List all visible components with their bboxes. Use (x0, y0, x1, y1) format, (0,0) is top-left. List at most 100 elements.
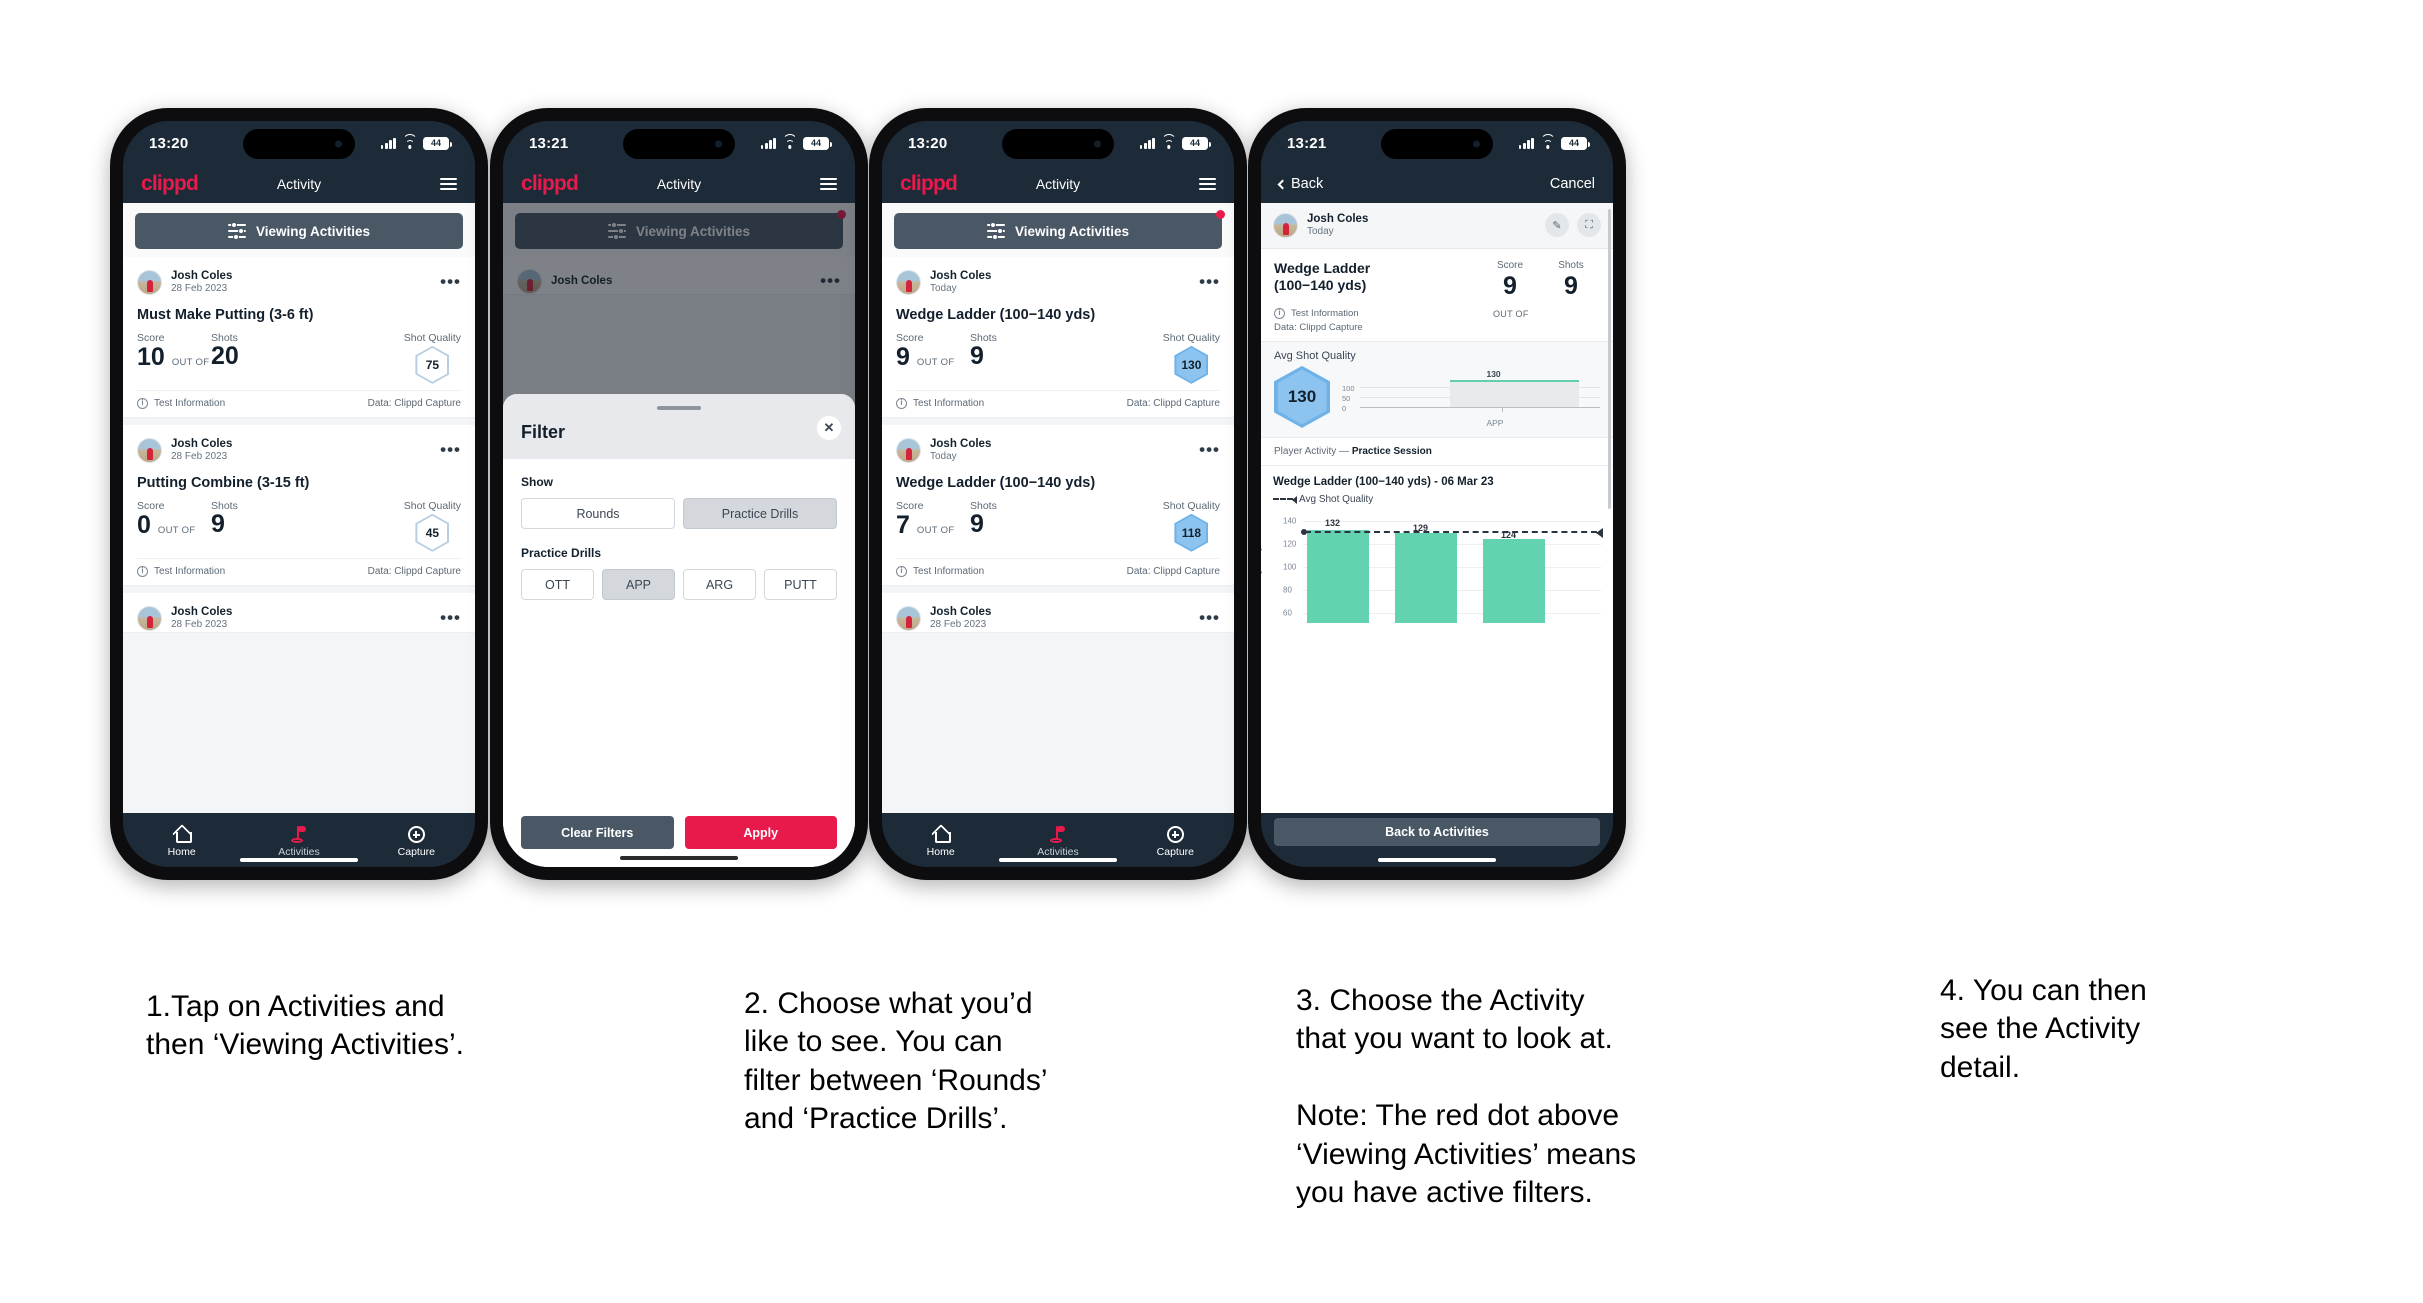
battery-level: 44 (430, 137, 441, 148)
info-icon[interactable]: i (137, 397, 148, 409)
status-bar: 13:20 44 (882, 121, 1234, 165)
tab-activities[interactable]: Activities (999, 826, 1116, 858)
menu-icon[interactable] (440, 177, 457, 191)
legend-label: Avg Shot Quality (1299, 493, 1374, 505)
viewing-activities-button[interactable]: Viewing Activities (894, 210, 1225, 249)
info-icon[interactable]: i (896, 565, 907, 577)
shot-quality-label: Shot Quality (1162, 499, 1220, 512)
sheet-grabber[interactable] (657, 406, 701, 410)
avatar (1273, 212, 1298, 238)
info-icon[interactable]: i (896, 397, 907, 409)
apply-button[interactable]: Apply (684, 816, 837, 849)
avatar (137, 437, 162, 463)
more-options-icon[interactable]: ••• (1199, 442, 1220, 458)
dynamic-island (623, 129, 735, 159)
app-bar: clippd Activity (503, 165, 855, 203)
tab-label: Activities (278, 846, 320, 858)
activity-card[interactable]: Josh Coles 28 Feb 2023 ••• (123, 592, 475, 633)
dynamic-island (1002, 129, 1114, 159)
close-icon[interactable]: ✕ (817, 416, 841, 440)
tab-capture[interactable]: Capture (1117, 826, 1234, 858)
chart-title: Wedge Ladder (100−140 yds) - 06 Mar 23 (1273, 475, 1494, 488)
drill-chip-arg[interactable]: ARG (683, 569, 756, 600)
user-name: Josh Coles (1307, 213, 1369, 225)
user-name: Josh Coles (171, 605, 233, 618)
show-option-rounds[interactable]: Rounds (521, 498, 675, 529)
cellular-signal-icon (760, 137, 776, 149)
drill-chip-putt[interactable]: PUTT (764, 569, 837, 600)
avatar (896, 605, 921, 631)
score-label: Score (1496, 259, 1524, 271)
home-indicator (620, 855, 738, 860)
activity-title: Must Make Putting (3-6 ft) (137, 306, 314, 323)
shot-quality-value: 118 (1176, 515, 1207, 550)
shot-quality-hexagon: 45 (415, 513, 450, 552)
player-activity-value: Practice Session (1351, 445, 1432, 457)
expand-icon[interactable]: ⛶ (1577, 213, 1601, 238)
info-icon: i (1274, 307, 1285, 319)
shots-label: Shots (1558, 259, 1584, 271)
shots-value: 9 (970, 341, 984, 370)
more-options-icon[interactable]: ••• (1199, 609, 1220, 625)
app-bar: Back Cancel (1261, 165, 1613, 203)
activity-card[interactable]: Josh Coles Today ••• Wedge Ladder (100−1… (882, 257, 1234, 418)
viewing-activities-wrap: Viewing Activities (882, 203, 1234, 257)
more-options-icon[interactable]: ••• (1199, 274, 1220, 290)
info-icon[interactable]: i (137, 565, 148, 577)
pencil-icon[interactable]: ✎ (1545, 213, 1569, 238)
filter-icon (227, 221, 246, 241)
back-button[interactable]: Back (1277, 176, 1323, 192)
tab-label: Capture (1156, 846, 1194, 858)
shot-quality-hexagon: 118 (1174, 513, 1209, 552)
more-options-icon[interactable]: ••• (440, 609, 461, 625)
plus-circle-icon (407, 826, 425, 843)
x-axis-label: APP (1486, 417, 1504, 428)
test-information-row[interactable]: i Test Information (1274, 307, 1386, 319)
score-value: 9 (1503, 271, 1517, 300)
battery-level: 44 (1568, 137, 1579, 148)
active-filter-dot (1216, 210, 1225, 219)
home-indicator (999, 857, 1117, 862)
activity-date: 28 Feb 2023 (930, 619, 987, 631)
menu-icon[interactable] (820, 177, 837, 191)
more-options-icon[interactable]: ••• (440, 442, 461, 458)
back-to-activities-button[interactable]: Back to Activities (1274, 818, 1600, 846)
tab-home[interactable]: Home (123, 827, 240, 858)
scrollbar[interactable] (1608, 209, 1611, 509)
tab-label: Home (926, 845, 955, 858)
tab-home[interactable]: Home (882, 827, 999, 858)
tab-activities[interactable]: Activities (240, 826, 357, 858)
score-label: Score (137, 499, 165, 512)
activity-card[interactable]: Josh Coles 28 Feb 2023 ••• (882, 592, 1234, 633)
phone-4: 13:21 44 Back Cancel Josh Coles Today ✎ … (1248, 108, 1626, 880)
activity-card[interactable]: Josh Coles 28 Feb 2023 ••• Must Make Put… (123, 257, 475, 418)
activity-card[interactable]: Josh Coles Today ••• Wedge Ladder (100−1… (882, 424, 1234, 586)
activity-date: 28 Feb 2023 (171, 619, 228, 631)
avg-shot-quality-value: 130 (1277, 369, 1327, 425)
chart-legend: Avg Shot Quality (1273, 494, 1601, 505)
activity-card[interactable]: Josh Coles 28 Feb 2023 ••• Putting Combi… (123, 424, 475, 586)
cancel-button[interactable]: Cancel (1550, 176, 1595, 192)
drill-chip-app[interactable]: APP (602, 569, 675, 600)
dynamic-island (243, 129, 355, 159)
shots-label: Shots (970, 331, 997, 344)
clear-filters-button[interactable]: Clear Filters (521, 816, 674, 849)
avg-line-swatch (1273, 496, 1297, 505)
tab-capture[interactable]: Capture (358, 826, 475, 858)
activity-date: 28 Feb 2023 (171, 283, 228, 295)
show-option-practice-drills[interactable]: Practice Drills (683, 498, 837, 529)
out-of-label: OUT OF (171, 356, 210, 368)
battery-icon: 44 (1561, 136, 1590, 150)
page-title: Activity (656, 176, 702, 192)
detail-summary: Wedge Ladder (100−140 yds) i Test Inform… (1261, 248, 1613, 341)
battery-level: 44 (810, 137, 821, 148)
tutorial-sheet: 13:20 44 clippd Activity Viewing Activit… (0, 0, 2423, 1303)
drill-chip-ott[interactable]: OTT (521, 569, 594, 600)
viewing-activities-button[interactable]: Viewing Activities (135, 213, 463, 249)
menu-icon[interactable] (1199, 177, 1216, 191)
more-options-icon[interactable]: ••• (440, 274, 461, 290)
wifi-icon (1540, 133, 1555, 149)
y-tick: 60 (1283, 608, 1292, 618)
data-source-label: Data: Clippd Capture (367, 397, 461, 409)
data-source-label: Data: Clippd Capture (1126, 565, 1220, 577)
